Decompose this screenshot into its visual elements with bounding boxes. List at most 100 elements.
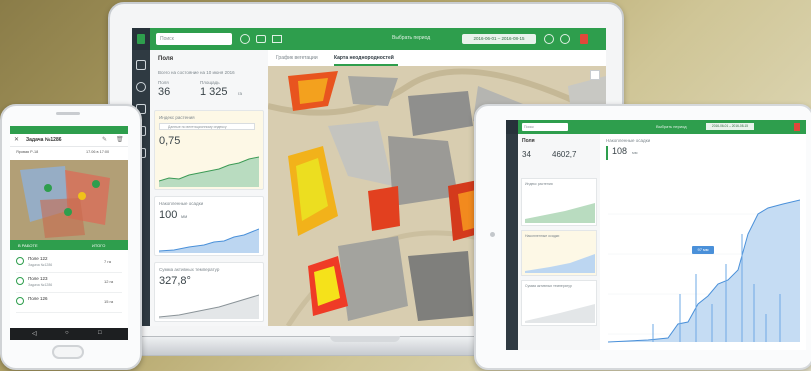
phone-map[interactable]: [10, 160, 128, 240]
task-date: 17.06 в 17:00: [86, 150, 110, 154]
chat-icon[interactable]: [256, 35, 266, 43]
fields-panel: Поля 34 4602,7 Индекс растения Накопленн…: [518, 134, 601, 350]
tab-vegetation-graph[interactable]: График вегетации: [276, 55, 318, 61]
period-label[interactable]: Выбрать период: [656, 124, 687, 129]
tablet-camera: [490, 232, 495, 237]
edit-icon[interactable]: ✎: [102, 136, 107, 143]
temperature-sparkline: [159, 294, 259, 319]
back-icon[interactable]: ◁: [32, 330, 37, 337]
vegetation-index-card[interactable]: Индекс растения: [521, 178, 597, 226]
field-area: 12 га: [104, 279, 114, 284]
field-status-icon: [16, 277, 24, 285]
search-input[interactable]: Поиск: [522, 123, 568, 131]
index-selector[interactable]: Данные по вегетационному индексу: [159, 123, 255, 130]
tab-heterogeneity-map[interactable]: Карта неоднородностей: [334, 55, 394, 61]
app-logo[interactable]: [506, 120, 518, 134]
field-name: Поле 123: [28, 276, 48, 281]
fields-count-value: 34: [522, 150, 531, 159]
user-icon[interactable]: [560, 34, 570, 44]
notification-icon[interactable]: [580, 34, 588, 44]
area-label: Площадь: [200, 80, 220, 85]
field-list-item[interactable]: Поле 126 15 га: [16, 294, 122, 313]
filter-total[interactable]: ИТОГО: [92, 243, 105, 248]
card-value: 0,75: [159, 135, 181, 147]
field-list-item[interactable]: Поле 122 Задача №1286 7 га: [16, 254, 122, 273]
area-unit: га: [238, 91, 243, 96]
field-subtitle: Задача №1286: [28, 283, 53, 287]
area-value: 1 325: [200, 86, 228, 98]
android-nav-bar: ◁ ○ □: [10, 328, 128, 340]
chart-title: Накопленные осадки: [606, 138, 651, 143]
field-subtitle: Задача №1286: [28, 263, 53, 267]
card-title: Сумма активных температур: [525, 284, 572, 288]
add-icon[interactable]: [240, 34, 250, 44]
precipitation-sparkline: [525, 254, 595, 273]
field-name: Поле 126: [28, 296, 48, 301]
laptop-notch: [330, 336, 400, 342]
date-range-picker[interactable]: 2016-06-01 – 2016-08-15: [462, 34, 536, 44]
fields-count-value: 36: [158, 86, 171, 98]
top-bar: Поиск Выбрать период 2016-06-01 – 2016-0…: [132, 28, 606, 50]
tablet-app: Поиск Выбрать период 2016-06-01 – 2016-0…: [506, 120, 806, 350]
precipitation-card[interactable]: Накопленные осадки: [521, 230, 597, 276]
precipitation-chart: [608, 199, 800, 343]
layers-icon[interactable]: [590, 70, 600, 80]
search-input[interactable]: Поиск: [156, 33, 232, 45]
main-sidebar: [506, 134, 518, 350]
value-marker: [606, 146, 608, 160]
field-name: Поле 122: [28, 256, 48, 261]
summary-title: Всего на состояние на 10 июня 2016: [158, 70, 235, 75]
card-value: 327,8°: [159, 275, 191, 287]
status-bar: [10, 126, 128, 134]
card-value: 100: [159, 209, 178, 221]
precipitation-chart-panel: Накопленные осадки 108 мм 97 мм: [600, 134, 806, 350]
notification-icon[interactable]: [794, 123, 800, 131]
delete-icon[interactable]: 🗑: [116, 136, 124, 143]
logo-icon: [137, 34, 145, 44]
weather-icon[interactable]: [136, 82, 146, 92]
field-list-item[interactable]: Поле 123 Задача №1286 12 га: [16, 274, 122, 293]
phone-home-button[interactable]: [52, 345, 84, 359]
vegetation-sparkline: [159, 156, 259, 187]
field-status-icon: [16, 257, 24, 265]
fields-panel: Поля Всего на состояние на 10 июня 2016 …: [150, 50, 269, 326]
chart-tooltip: 97 мм: [692, 246, 714, 254]
date-range-picker[interactable]: 2016-06-01 – 2016-08-15: [706, 123, 754, 130]
temperature-card[interactable]: Сумма активных температур 327,8°: [154, 262, 264, 322]
temperature-sparkline: [525, 304, 595, 323]
calendar-icon[interactable]: [272, 35, 282, 43]
chart-unit: мм: [632, 150, 638, 155]
card-unit: мм: [181, 214, 188, 219]
chart-value: 108: [612, 146, 628, 156]
precipitation-sparkline: [159, 228, 259, 253]
temperature-card[interactable]: Сумма активных температур: [521, 280, 597, 326]
field-area: 7 га: [104, 259, 111, 264]
top-bar: Поиск Выбрать период 2016-06-01 – 2016-0…: [506, 120, 806, 134]
app-logo[interactable]: [132, 28, 150, 50]
card-title: Индекс растения: [159, 115, 195, 120]
crop-label: Яровая Р-18: [16, 150, 39, 154]
field-area: 15 га: [104, 299, 114, 304]
panel-title: Поля: [158, 56, 174, 62]
task-title: Задача №1286: [26, 137, 62, 143]
filter-in-progress[interactable]: В РАБОТЕ: [18, 243, 38, 248]
card-title: Накопленные осадки: [159, 201, 204, 206]
home-icon[interactable]: ○: [65, 330, 69, 336]
card-title: Сумма активных температур: [159, 267, 220, 272]
recents-icon[interactable]: □: [98, 330, 102, 336]
vegetation-index-card[interactable]: Индекс растения Данные по вегетационному…: [154, 110, 264, 190]
view-tabs: График вегетации Карта неоднородностей: [268, 50, 606, 67]
card-title: Индекс растения: [525, 182, 553, 186]
period-label[interactable]: Выбрать период: [392, 35, 430, 41]
task-header: ✕ Задача №1286 ✎ 🗑: [10, 134, 128, 147]
help-icon[interactable]: [544, 34, 554, 44]
area-value: 4602,7: [552, 150, 577, 159]
close-icon[interactable]: ✕: [14, 136, 19, 143]
precipitation-card[interactable]: Накопленные осадки 100 мм: [154, 196, 264, 256]
vegetation-sparkline: [525, 203, 595, 223]
fields-count-label: Поля: [158, 80, 169, 85]
field-status-icon: [16, 297, 24, 305]
fields-icon[interactable]: [136, 60, 146, 70]
phone-app: ✕ Задача №1286 ✎ 🗑 Яровая Р-18 17.06 в 1…: [10, 126, 128, 340]
filter-bar: В РАБОТЕ ИТОГО: [10, 240, 128, 250]
